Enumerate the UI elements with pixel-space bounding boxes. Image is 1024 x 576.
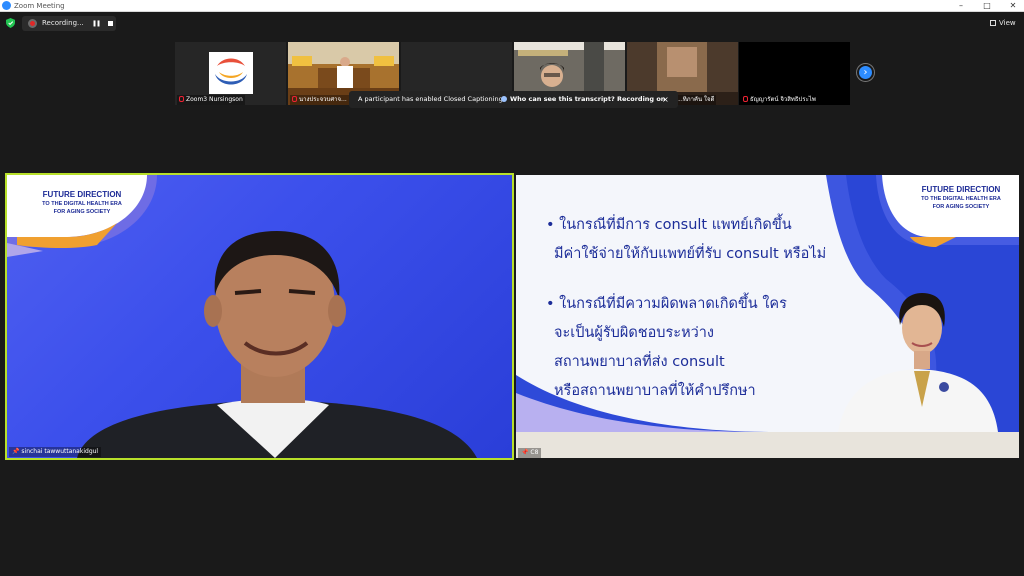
window-title: Zoom Meeting xyxy=(14,2,65,10)
pause-recording-button[interactable]: ❚❚ xyxy=(92,19,101,28)
title-bar: Zoom Meeting – □ ✕ xyxy=(0,0,1024,12)
recording-indicator: Recording... ❚❚ xyxy=(22,16,116,31)
info-person-icon xyxy=(501,96,507,102)
maximize-button[interactable]: □ xyxy=(978,0,996,12)
participant-name: ธัญญารัตน์ จิวสิทธิประไพ xyxy=(741,95,818,105)
pin-icon: 📌 xyxy=(521,449,529,456)
shield-icon[interactable] xyxy=(6,18,15,28)
muted-mic-icon xyxy=(292,96,297,102)
view-button[interactable]: View xyxy=(990,16,1020,30)
participant-name: ...ทิภาคัน ใจดี xyxy=(675,95,717,105)
participant-thumbnail[interactable]: ธัญญารัตน์ จิวสิทธิประไพ xyxy=(739,42,850,105)
participant-name: Zoom3 Nursingson xyxy=(177,95,245,105)
empty-stage-area xyxy=(0,462,1024,576)
cc-message: A participant has enabled Closed Caption… xyxy=(358,95,503,103)
muted-mic-icon xyxy=(743,96,748,102)
stop-recording-button[interactable] xyxy=(108,21,113,26)
presenter-nametag: 📌 C8 xyxy=(518,448,542,458)
speaker-person xyxy=(77,231,477,458)
meeting-toolbar: Recording... ❚❚ View xyxy=(0,13,1024,33)
slide-bullet-1: • ในกรณีที่มีการ consult แพทย์เกิดขึ้น ม… xyxy=(546,217,827,262)
muted-mic-icon xyxy=(179,96,184,102)
presenter-desk xyxy=(516,432,1019,458)
event-badge-text: FUTURE DIRECTION TO THE DIGITAL HEALTH E… xyxy=(42,190,122,215)
view-label: View xyxy=(999,19,1016,27)
nursing-logo-icon xyxy=(209,52,253,94)
active-speaker-video[interactable]: FUTURE DIRECTION TO THE DIGITAL HEALTH E… xyxy=(5,173,514,460)
zoom-app-icon xyxy=(2,1,11,10)
event-badge-text: FUTURE DIRECTION TO THE DIGITAL HEALTH E… xyxy=(921,185,1001,210)
closed-caption-banner: A participant has enabled Closed Caption… xyxy=(349,91,678,108)
grid-view-icon xyxy=(990,20,996,26)
close-window-button[interactable]: ✕ xyxy=(1004,0,1022,12)
next-page-button[interactable]: › xyxy=(857,64,874,81)
speaker-nametag: 📌 sinchai tawwuttanakidgul xyxy=(9,447,102,457)
participant-name: นางประจวบศาจ... xyxy=(290,95,349,105)
speaker-background xyxy=(7,175,477,458)
minimize-button[interactable]: – xyxy=(952,0,970,12)
presentation-video[interactable]: FUTURE DIRECTION TO THE DIGITAL HEALTH E… xyxy=(516,175,1019,458)
close-banner-button[interactable]: × xyxy=(662,91,669,108)
pin-icon: 📌 xyxy=(12,448,20,455)
participant-thumbnail[interactable]: Zoom3 Nursingson xyxy=(175,42,286,105)
transcript-info-link[interactable]: Who can see this transcript? Recording o… xyxy=(501,91,665,108)
slide-bullet-2: • ในกรณีที่มีความผิดพลาดเกิดขึ้น ใคร จะเ… xyxy=(546,296,787,399)
recording-label: Recording... xyxy=(42,19,84,27)
slide-content: • ในกรณีที่มีการ consult แพทย์เกิดขึ้น ม… xyxy=(546,211,876,406)
recording-icon xyxy=(28,19,37,28)
